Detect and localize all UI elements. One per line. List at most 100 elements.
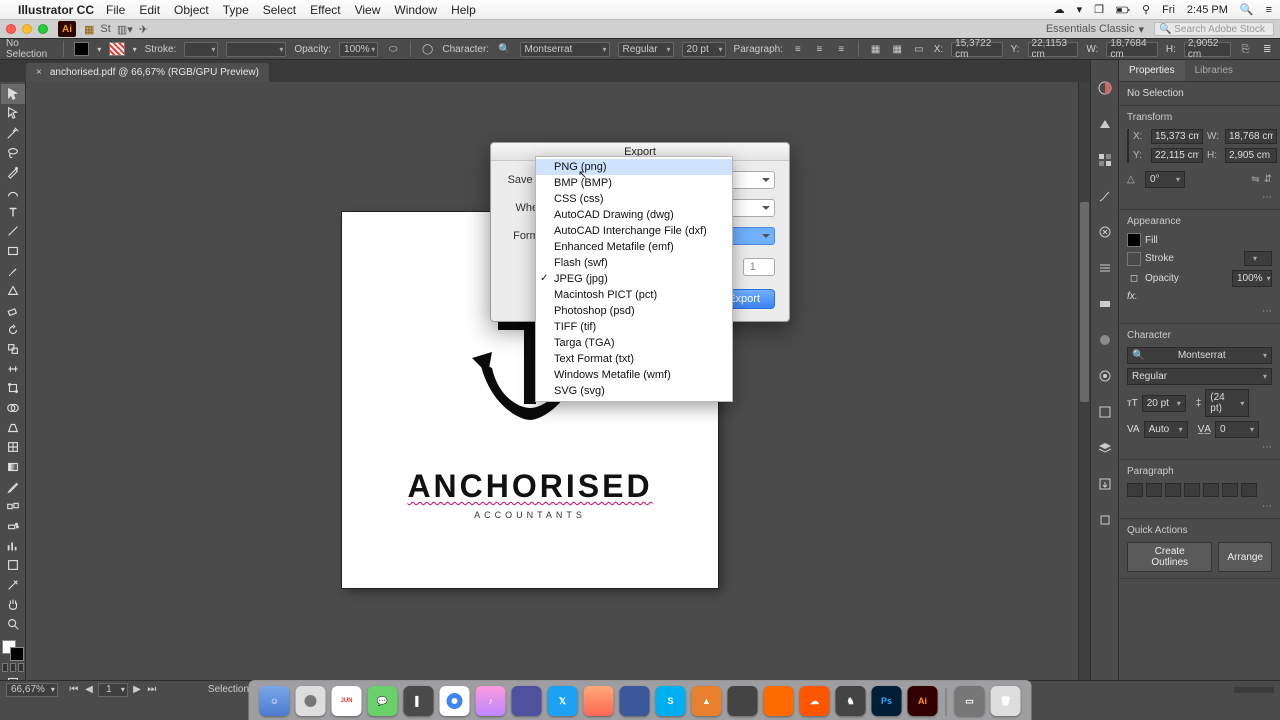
dock-app-finder[interactable]: ☺ bbox=[260, 686, 290, 716]
transparency-panel-icon[interactable] bbox=[1095, 330, 1115, 350]
color-panel-icon[interactable] bbox=[1095, 78, 1115, 98]
curvature-tool-icon[interactable] bbox=[1, 182, 25, 202]
character-more-icon[interactable]: ⋯ bbox=[1127, 442, 1272, 453]
format-option[interactable]: AutoCAD Interchange File (dxf) bbox=[536, 223, 732, 239]
free-transform-tool-icon[interactable] bbox=[1, 379, 25, 399]
align-right-icon[interactable]: ≡ bbox=[834, 42, 848, 56]
flip-h-icon[interactable]: ⇋ bbox=[1251, 174, 1259, 185]
format-option[interactable]: AutoCAD Drawing (dwg) bbox=[536, 207, 732, 223]
menu-effect[interactable]: Effect bbox=[310, 3, 340, 17]
graphic-styles-icon[interactable]: ⬭ bbox=[386, 42, 400, 56]
font-family[interactable]: Montserrat bbox=[520, 42, 610, 57]
more-options-icon[interactable]: ⋯ bbox=[1127, 192, 1272, 203]
direct-selection-tool-icon[interactable] bbox=[1, 104, 25, 124]
spotlight-icon[interactable]: 🔍 bbox=[1240, 3, 1254, 16]
eyedropper-tool-icon[interactable] bbox=[1, 477, 25, 497]
selection-tool-icon[interactable] bbox=[1, 84, 25, 104]
stroke-swatch[interactable] bbox=[109, 42, 124, 56]
dock-app-skype[interactable]: S bbox=[656, 686, 686, 716]
paragraph-align-icons[interactable] bbox=[1127, 483, 1272, 497]
workspace-switcher[interactable]: Essentials Classic▾ bbox=[1046, 23, 1144, 36]
char-style[interactable]: Regular bbox=[1127, 368, 1272, 385]
dock-app-6[interactable]: ♞ bbox=[836, 686, 866, 716]
dock-downloads[interactable]: ▭ bbox=[955, 686, 985, 716]
format-option[interactable]: JPEG (jpg) bbox=[536, 271, 732, 287]
format-option[interactable]: PNG (png) bbox=[536, 159, 732, 175]
format-option[interactable]: Enhanced Metafile (emf) bbox=[536, 239, 732, 255]
prop-angle[interactable]: 0° bbox=[1145, 171, 1185, 188]
appearance-fill-swatch[interactable] bbox=[1127, 233, 1141, 247]
align-panel-icon[interactable]: ▦ bbox=[869, 42, 883, 56]
menu-object[interactable]: Object bbox=[174, 3, 209, 17]
menu-file[interactable]: File bbox=[106, 3, 125, 17]
menu-edit[interactable]: Edit bbox=[139, 3, 160, 17]
dock-app-soundcloud[interactable]: ☁ bbox=[800, 686, 830, 716]
paragraph-more-icon[interactable]: ⋯ bbox=[1127, 501, 1272, 512]
menu-type[interactable]: Type bbox=[223, 3, 249, 17]
dock-app-messages[interactable]: 💬 bbox=[368, 686, 398, 716]
menu-window[interactable]: Window bbox=[394, 3, 437, 17]
line-tool-icon[interactable] bbox=[1, 221, 25, 241]
asset-export-panel-icon[interactable] bbox=[1095, 474, 1115, 494]
dock-app-twitter[interactable]: 𝕏 bbox=[548, 686, 578, 716]
notification-icon[interactable]: ≡ bbox=[1266, 4, 1272, 16]
perspective-tool-icon[interactable] bbox=[1, 418, 25, 438]
format-option[interactable]: SVG (svg) bbox=[536, 383, 732, 399]
stroke-weight[interactable] bbox=[184, 42, 218, 57]
appearance-panel-icon[interactable] bbox=[1095, 366, 1115, 386]
dock-app-settings[interactable] bbox=[296, 686, 326, 716]
artboard-tool-icon[interactable] bbox=[1, 555, 25, 575]
stroke-panel-icon[interactable] bbox=[1095, 258, 1115, 278]
bridge-icon[interactable]: ▦ bbox=[84, 23, 94, 36]
mesh-tool-icon[interactable] bbox=[1, 438, 25, 458]
shape-icon[interactable]: ▭ bbox=[912, 42, 926, 56]
zoom-level[interactable]: 66,67% bbox=[6, 683, 58, 697]
recolor-icon[interactable]: ◯ bbox=[421, 42, 435, 56]
slice-tool-icon[interactable] bbox=[1, 575, 25, 595]
window-close-button[interactable] bbox=[6, 24, 16, 34]
appearance-more-icon[interactable]: ⋯ bbox=[1127, 306, 1272, 317]
gpu-icon[interactable]: ✈ bbox=[139, 23, 148, 36]
brushes-panel-icon[interactable] bbox=[1095, 186, 1115, 206]
opacity-field[interactable]: 100% bbox=[339, 42, 378, 57]
clock-time[interactable]: 2:45 PM bbox=[1187, 4, 1228, 16]
scale-tool-icon[interactable] bbox=[1, 339, 25, 359]
brush-tool-icon[interactable] bbox=[1, 261, 25, 281]
format-dropdown-list[interactable]: PNG (png) BMP (BMP) CSS (css) AutoCAD Dr… bbox=[535, 156, 733, 402]
align-center-icon[interactable]: ≡ bbox=[813, 42, 827, 56]
fill-swatch[interactable] bbox=[74, 42, 89, 56]
dock-trash-icon[interactable]: 🗑 bbox=[991, 686, 1021, 716]
layers-panel-icon[interactable] bbox=[1095, 438, 1115, 458]
tab-libraries[interactable]: Libraries bbox=[1185, 60, 1243, 81]
prop-w[interactable] bbox=[1225, 129, 1277, 144]
lasso-tool-icon[interactable] bbox=[1, 143, 25, 163]
arrange-docs-icon[interactable]: ▥▾ bbox=[117, 23, 133, 36]
appearance-opacity[interactable]: 100% bbox=[1232, 270, 1272, 287]
flip-v-icon[interactable]: ⇵ bbox=[1264, 174, 1272, 185]
artboards-panel-icon[interactable] bbox=[1095, 510, 1115, 530]
fill-stroke-indicator[interactable] bbox=[2, 640, 24, 661]
pen-tool-icon[interactable] bbox=[1, 163, 25, 183]
fx-label[interactable]: fx. bbox=[1127, 291, 1138, 302]
dock-app-4[interactable] bbox=[728, 686, 758, 716]
char-tracking[interactable]: 0 bbox=[1215, 421, 1259, 438]
format-option[interactable]: CSS (css) bbox=[536, 191, 732, 207]
document-tab[interactable]: × anchorised.pdf @ 66,67% (RGB/GPU Previ… bbox=[26, 63, 269, 82]
format-option[interactable]: Flash (swf) bbox=[536, 255, 732, 271]
appearance-stroke-weight[interactable] bbox=[1244, 251, 1272, 266]
hand-tool-icon[interactable] bbox=[1, 595, 25, 615]
h-field[interactable]: 2,9052 cm bbox=[1184, 42, 1231, 57]
shape-builder-tool-icon[interactable] bbox=[1, 398, 25, 418]
app-menu[interactable]: Illustrator CC bbox=[18, 3, 94, 17]
shaper-tool-icon[interactable] bbox=[1, 280, 25, 300]
wifi-icon[interactable]: ⚲ bbox=[1142, 3, 1150, 16]
brand-text[interactable]: ANCHORISED bbox=[342, 468, 718, 505]
font-style[interactable]: Regular bbox=[618, 42, 674, 57]
column-graph-tool-icon[interactable] bbox=[1, 536, 25, 556]
window-zoom-button[interactable] bbox=[38, 24, 48, 34]
char-size[interactable]: 20 pt bbox=[1142, 395, 1186, 412]
battery-icon[interactable] bbox=[1116, 3, 1130, 17]
prop-y[interactable] bbox=[1151, 148, 1203, 163]
x-field[interactable]: 15,3722 cm bbox=[951, 42, 1002, 57]
gradient-panel-icon[interactable] bbox=[1095, 294, 1115, 314]
